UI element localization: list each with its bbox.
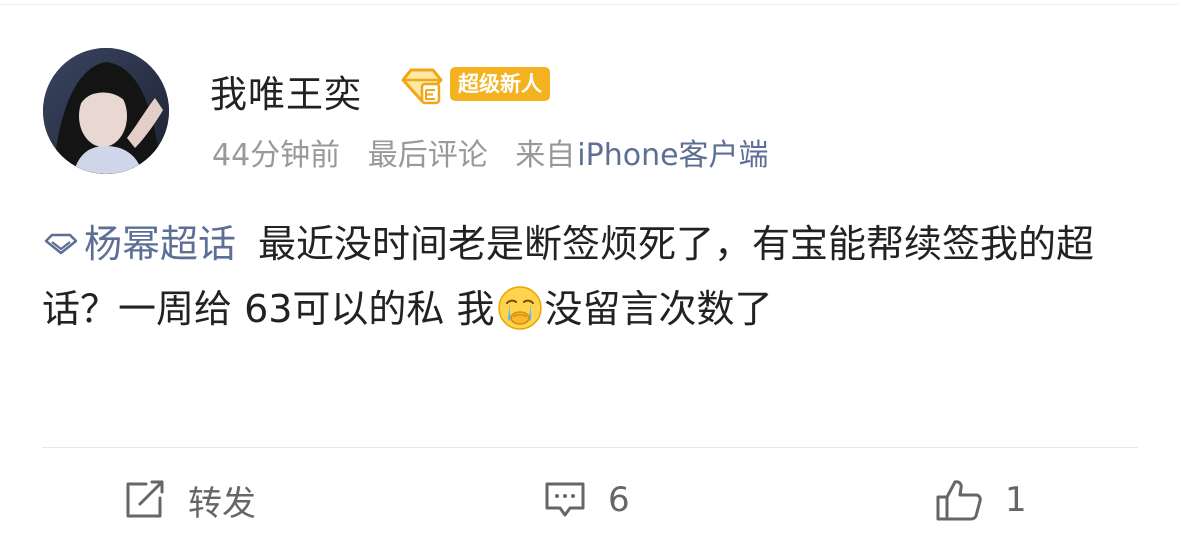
post-content: 杨幂超话 最近没时间老是断签烦死了，有宝能帮续签我的超话？一周给 63可以的私 我… <box>42 212 1142 342</box>
topic-label: 杨幂超话 <box>84 222 237 266</box>
super-newcomer-badge[interactable]: 超级新人 <box>450 67 550 101</box>
username[interactable]: 我唯王奕 <box>210 64 362 118</box>
comment-icon <box>545 482 585 517</box>
top-divider <box>0 4 1179 5</box>
post-status: 最后评论 <box>367 138 488 173</box>
like-count: 1 <box>1005 480 1027 520</box>
repost-icon <box>126 480 164 518</box>
repost-label: 转发 <box>188 483 256 524</box>
thumbs-up-icon <box>936 480 982 521</box>
weibo-post-card: 我唯王奕 超级新人 44分钟前 最后评论 来自iPhone客户端 杨幂超话 最近没… <box>0 0 1179 546</box>
source-prefix: 来自 <box>515 138 576 173</box>
comment-button[interactable]: 6 <box>544 478 630 522</box>
super-topic-icon <box>44 233 78 254</box>
source-device-link[interactable]: iPhone客户端 <box>577 138 768 173</box>
post-meta: 44分钟前 最后评论 来自iPhone客户端 <box>212 130 769 174</box>
avatar[interactable] <box>43 48 169 174</box>
comment-count: 6 <box>608 480 630 520</box>
crying-face-emoji-icon <box>497 285 542 330</box>
topic-link[interactable]: 杨幂超话 <box>42 222 236 266</box>
footer-divider <box>42 447 1138 448</box>
post-text-part2: 没留言次数了 <box>544 287 773 331</box>
repost-button[interactable]: 转发 <box>124 478 256 524</box>
like-button[interactable]: 1 <box>935 478 1027 522</box>
post-time: 44分钟前 <box>212 138 341 173</box>
vip-diamond-icon[interactable] <box>400 67 444 105</box>
